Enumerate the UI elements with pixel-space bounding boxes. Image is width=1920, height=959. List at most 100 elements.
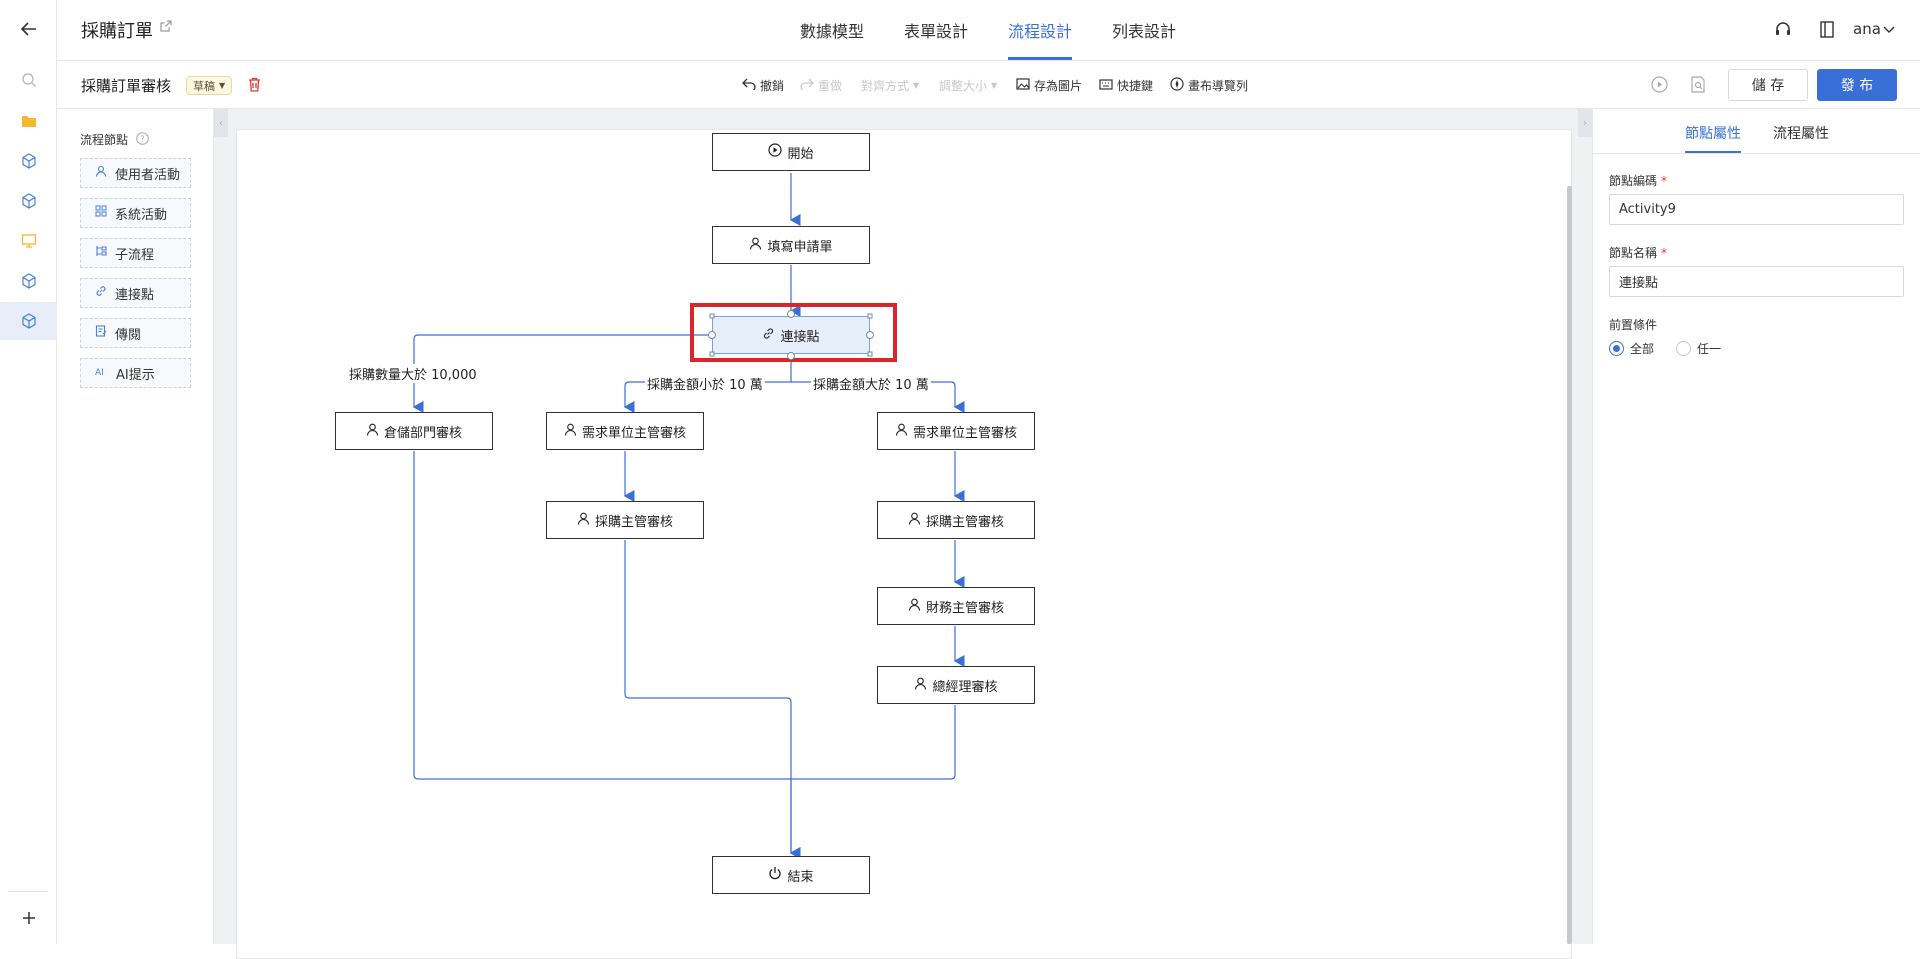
node-name-label-text: 節點名稱 — [1609, 246, 1658, 260]
palette-item-system-activity[interactable]: 系統活動 — [80, 198, 191, 228]
palette-item-label: AI提示 — [116, 367, 155, 383]
save-image-button[interactable]: 存為圖片 — [1016, 77, 1082, 94]
status-badge[interactable]: 草稿 ▼ — [186, 76, 233, 95]
tab-list-design[interactable]: 列表設計 — [1112, 18, 1176, 42]
external-link-icon[interactable] — [160, 20, 172, 36]
cube-icon[interactable] — [0, 182, 57, 220]
collapse-left-handle[interactable]: ‹ — [214, 109, 228, 137]
radio-any[interactable]: 任一 — [1676, 340, 1721, 357]
save-button[interactable]: 儲 存 — [1728, 69, 1808, 101]
cube-icon-active[interactable] — [0, 302, 57, 340]
undo-label: 撤銷 — [760, 79, 785, 93]
palette-item-subflow[interactable]: 子流程 — [80, 238, 191, 268]
toolbar: 採購訂單審核 草稿 ▼ 撤銷 重做 對齊方式 ▼ 調整大小 ▼ 存為圖片 快捷鍵 — [57, 61, 1920, 109]
redo-icon — [800, 78, 814, 93]
vertical-scrollbar[interactable] — [1567, 186, 1572, 944]
edge-label-lt: 採購金額小於 10 萬 — [645, 374, 765, 393]
align-dropdown[interactable]: 對齊方式 ▼ — [861, 77, 919, 94]
user-name[interactable]: ana — [1853, 20, 1881, 38]
node-start[interactable]: 開始 — [712, 133, 870, 171]
tab-node-properties[interactable]: 節點屬性 — [1685, 123, 1741, 143]
node-finance-review[interactable]: 財務主管審核 — [877, 587, 1035, 625]
back-arrow-icon[interactable] — [0, 10, 57, 48]
required-mark: * — [1661, 246, 1668, 260]
tab-form-design[interactable]: 表單設計 — [904, 18, 968, 42]
palette-item-ai-prompt[interactable]: AI AI提示 — [80, 358, 191, 388]
status-text: 草稿 — [193, 79, 215, 93]
canvas-sheet — [236, 129, 1572, 959]
user-icon — [564, 423, 577, 440]
headset-icon[interactable] — [1774, 21, 1792, 43]
canvas-nav-button[interactable]: 畫布導覽列 — [1170, 77, 1248, 94]
node-name-input[interactable]: 連接點 — [1609, 266, 1904, 297]
cube-icon[interactable] — [0, 262, 57, 300]
palette-title-text: 流程節點 — [80, 133, 129, 147]
node-dept-review-left[interactable]: 需求單位主管審核 — [546, 412, 704, 450]
node-label: 採購主管審核 — [594, 514, 673, 530]
folder-icon[interactable] — [0, 102, 57, 140]
radio-circle — [1676, 341, 1691, 356]
radio-circle — [1609, 341, 1624, 356]
side-rail — [0, 0, 57, 944]
node-name-label: 節點名稱 * — [1609, 244, 1667, 261]
node-label: 填寫申請單 — [767, 239, 833, 255]
book-icon[interactable] — [1820, 21, 1834, 42]
user-icon — [749, 237, 762, 254]
edge-label-qty: 採購數量大於 10,000 — [347, 364, 479, 383]
publish-button[interactable]: 發 布 — [1817, 69, 1897, 101]
palette-item-label: 子流程 — [115, 247, 155, 263]
plus-icon[interactable] — [0, 899, 57, 937]
caret-down-icon: ▼ — [991, 81, 998, 90]
preview-icon[interactable] — [1690, 76, 1706, 97]
delete-icon[interactable] — [248, 77, 261, 96]
palette-item-user-activity[interactable]: 使用者活動 — [80, 158, 191, 188]
divider — [1593, 153, 1920, 154]
redo-button[interactable]: 重做 — [800, 77, 842, 94]
palette-item-circulate[interactable]: 傳閱 — [80, 318, 191, 348]
node-label: 需求單位主管審核 — [912, 425, 1017, 441]
play-icon[interactable] — [1651, 76, 1668, 97]
play-circle-icon — [768, 143, 783, 161]
node-code-input[interactable]: Activity9 — [1609, 194, 1904, 225]
node-fill-form[interactable]: 填寫申請單 — [712, 226, 870, 264]
node-label: 結束 — [787, 869, 814, 885]
tab-data-model[interactable]: 數據模型 — [800, 18, 864, 42]
help-icon[interactable]: ? — [136, 132, 149, 149]
canvas-nav-label: 畫布導覽列 — [1188, 79, 1249, 93]
shortcuts-button[interactable]: 快捷鍵 — [1099, 77, 1153, 94]
presentation-icon[interactable] — [0, 222, 57, 260]
collapse-right-handle[interactable]: › — [1578, 109, 1592, 137]
svg-text:?: ? — [140, 135, 144, 144]
node-purchasing-review-right[interactable]: 採購主管審核 — [877, 501, 1035, 539]
ai-icon: AI — [95, 365, 108, 381]
user-icon — [95, 165, 107, 181]
palette-item-label: 系統活動 — [115, 207, 168, 223]
redo-label: 重做 — [818, 79, 843, 93]
user-icon — [895, 423, 908, 440]
resize-dropdown[interactable]: 調整大小 ▼ — [939, 77, 997, 94]
divider — [8, 891, 48, 892]
tab-flow-design[interactable]: 流程設計 — [1008, 18, 1072, 42]
node-dept-review-right[interactable]: 需求單位主管審核 — [877, 412, 1035, 450]
palette-item-label: 使用者活動 — [115, 167, 181, 183]
cube-icon[interactable] — [0, 142, 57, 180]
palette-item-connector[interactable]: 連接點 — [80, 278, 191, 308]
undo-button[interactable]: 撤銷 — [742, 77, 784, 94]
search-icon[interactable] — [0, 61, 57, 99]
node-end[interactable]: 結束 — [712, 856, 870, 894]
svg-text:AI: AI — [95, 368, 104, 377]
node-purchasing-review-left[interactable]: 採購主管審核 — [546, 501, 704, 539]
tab-flow-properties[interactable]: 流程屬性 — [1773, 123, 1829, 143]
radio-all[interactable]: 全部 — [1609, 340, 1654, 357]
node-label: 倉儲部門審核 — [383, 425, 462, 441]
node-label: 總經理審核 — [932, 679, 998, 695]
required-mark: * — [1661, 174, 1668, 188]
node-gm-review[interactable]: 總經理審核 — [877, 666, 1035, 704]
precondition-label: 前置條件 — [1609, 318, 1658, 332]
grid-icon — [95, 205, 107, 221]
selection-handles[interactable] — [705, 309, 877, 361]
user-icon — [366, 423, 379, 440]
node-warehouse-review[interactable]: 倉儲部門審核 — [335, 412, 493, 450]
node-label: 開始 — [787, 146, 814, 162]
chevron-down-icon[interactable] — [1883, 23, 1895, 38]
